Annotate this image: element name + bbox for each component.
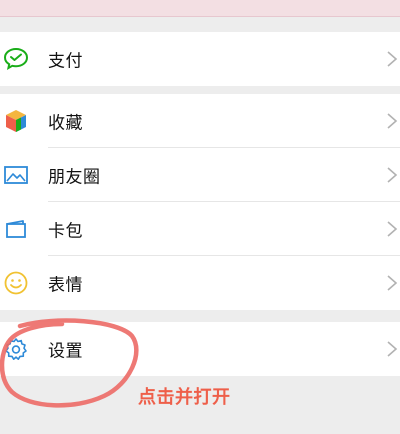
- smiley-face-icon: [2, 269, 30, 297]
- chevron-right-icon: [387, 275, 398, 291]
- favorites-cube-icon: [2, 107, 30, 135]
- chevron-right-icon: [387, 221, 398, 237]
- chevron-right-icon: [387, 341, 398, 357]
- menu-item-favorites[interactable]: 收藏: [0, 94, 400, 148]
- chevron-right-icon: [387, 51, 398, 67]
- menu-group-settings: 设置: [0, 322, 400, 376]
- top-banner-strip: [0, 0, 400, 17]
- menu-item-stickers-label: 表情: [48, 275, 83, 296]
- wechat-pay-icon: [2, 45, 30, 73]
- menu-item-cards-label: 卡包: [48, 221, 83, 242]
- menu-item-settings[interactable]: 设置: [0, 322, 400, 376]
- menu-item-pay[interactable]: 支付: [0, 32, 400, 86]
- menu-item-moments-label: 朋友圈: [48, 167, 101, 188]
- gear-icon: [2, 335, 30, 363]
- menu-item-favorites-label: 收藏: [48, 113, 83, 134]
- menu-item-cards[interactable]: 卡包: [0, 202, 400, 256]
- chevron-right-icon: [387, 113, 398, 129]
- menu-item-moments[interactable]: 朋友圈: [0, 148, 400, 202]
- menu-item-pay-label: 支付: [48, 51, 83, 72]
- chevron-right-icon: [387, 167, 398, 183]
- card-wallet-icon: [2, 215, 30, 243]
- annotation-instruction-text: 点击并打开: [138, 387, 231, 408]
- menu-group-pay: 支付: [0, 32, 400, 86]
- menu-item-stickers[interactable]: 表情: [0, 256, 400, 310]
- menu-item-settings-label: 设置: [48, 341, 83, 362]
- moments-photo-icon: [2, 161, 30, 189]
- menu-group-main: 收藏 朋友圈 卡包 表情: [0, 94, 400, 310]
